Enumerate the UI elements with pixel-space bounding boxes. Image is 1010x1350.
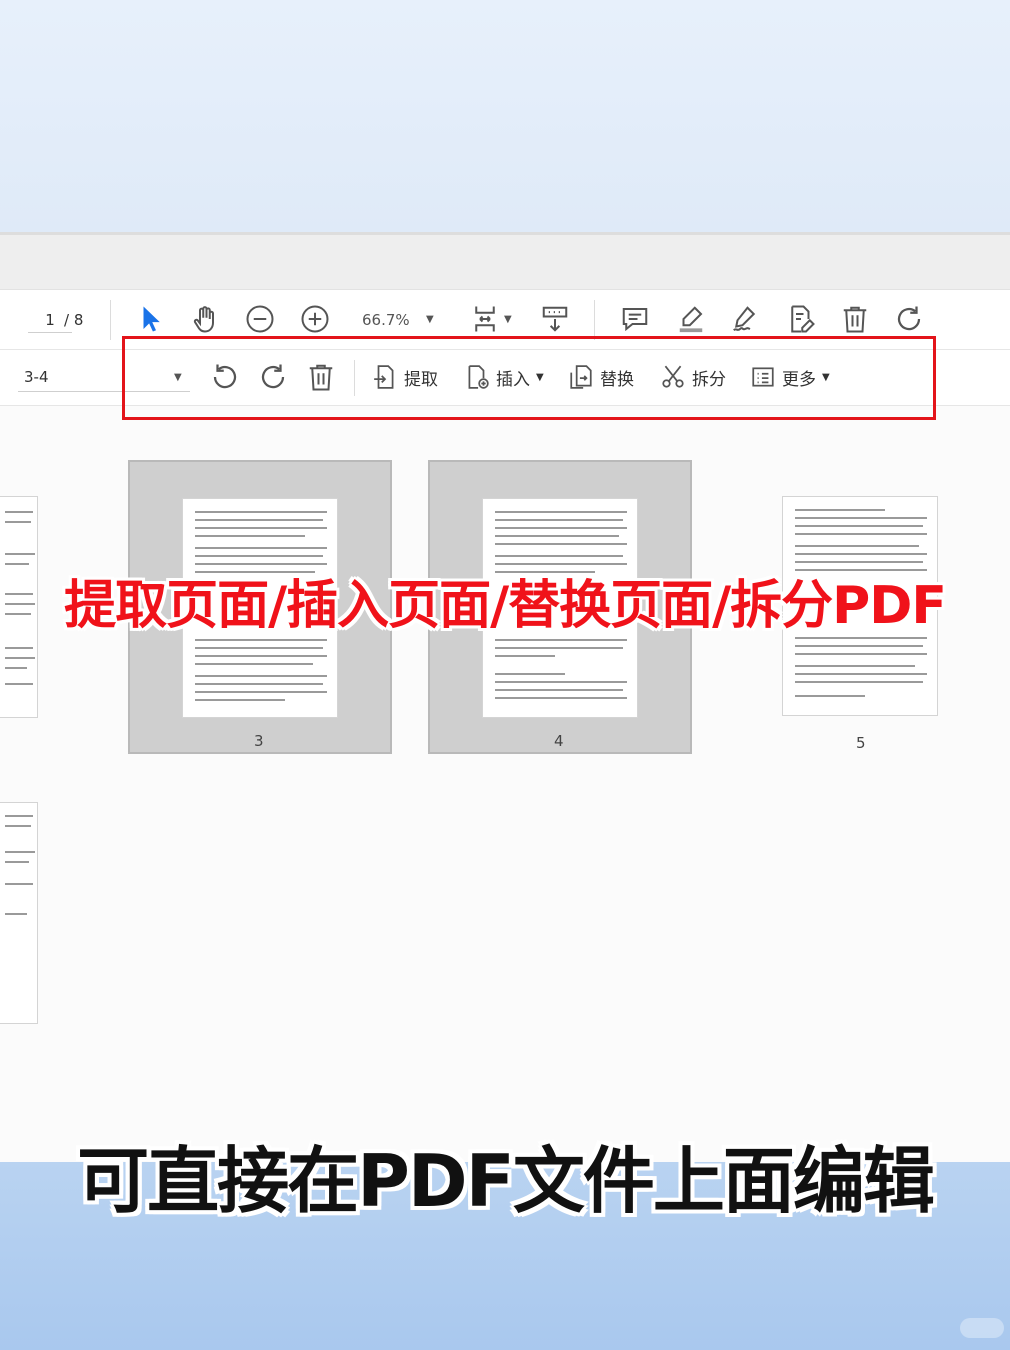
highlight-box (122, 336, 936, 420)
fit-page-icon[interactable] (468, 302, 502, 336)
watermark (960, 1318, 1004, 1338)
page-total-label: / 8 (64, 311, 84, 329)
comment-icon[interactable] (618, 302, 652, 336)
highlight-icon[interactable] (674, 302, 708, 336)
page-number-label: 5 (856, 734, 866, 752)
zoom-level[interactable]: 66.7% (362, 308, 410, 332)
scroll-mode-icon[interactable] (538, 302, 572, 336)
caption-text: 可直接在PDF文件上面编辑 (77, 1139, 935, 1223)
divider (110, 300, 111, 340)
select-arrow-icon[interactable] (134, 302, 168, 336)
zoom-in-icon[interactable] (298, 302, 332, 336)
tab-strip (0, 232, 1010, 290)
sign-icon[interactable] (728, 302, 762, 336)
top-banner (0, 0, 1010, 232)
fit-dropdown-icon[interactable]: ▼ (504, 314, 512, 325)
zoom-out-icon[interactable] (243, 302, 277, 336)
edit-text-icon[interactable] (784, 302, 818, 336)
divider (594, 300, 595, 340)
page-number-label: 3 (254, 732, 264, 750)
rotate-icon[interactable] (892, 302, 926, 336)
page-thumbnail-partial[interactable] (0, 802, 38, 1024)
delete-icon[interactable] (838, 302, 872, 336)
feature-headline: 提取页面/插入页面/替换页面/拆分PDF (64, 576, 947, 636)
zoom-dropdown-icon[interactable]: ▼ (426, 314, 434, 325)
hand-icon[interactable] (188, 302, 222, 336)
page-number-label: 4 (554, 732, 564, 750)
